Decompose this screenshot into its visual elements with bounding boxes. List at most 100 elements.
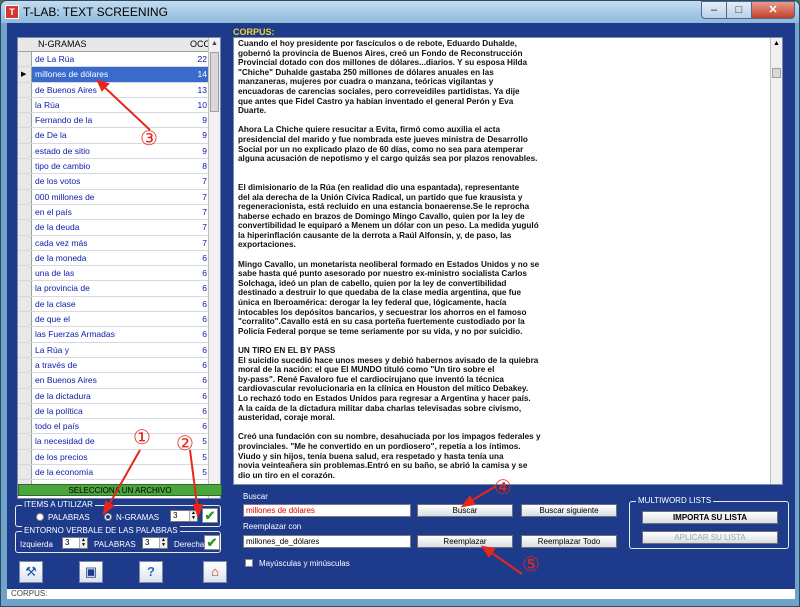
list-item[interactable]: de De la 9 [18, 128, 210, 144]
row-selector[interactable] [18, 388, 32, 403]
replace-button[interactable]: Reemplazar [417, 535, 513, 548]
row-selector[interactable] [18, 159, 32, 174]
list-item[interactable]: 000 millones de 7 [18, 189, 210, 205]
case-sensitive-checkbox[interactable] [245, 559, 253, 567]
list-item[interactable]: en Buenos Aires 6 [18, 373, 210, 389]
list-item[interactable]: una de las 6 [18, 266, 210, 282]
list-item[interactable]: cada vez más 7 [18, 235, 210, 251]
ngram-occ: 7 [202, 176, 207, 187]
ngram-term: de la dictadura [35, 390, 91, 401]
ngram-list[interactable]: N-GRAMAS OCC de La Rúa 22 millones de dóla… [17, 37, 221, 499]
row-selector[interactable] [18, 266, 32, 281]
find-button[interactable]: Buscar [417, 504, 513, 517]
list-item[interactable]: la provincia de 6 [18, 281, 210, 297]
list-item[interactable]: de la dictadura 6 [18, 388, 210, 404]
replace-all-button[interactable]: Reemplazar Todo [521, 535, 617, 548]
ngram-occ: 5 [202, 436, 207, 447]
list-item[interactable]: de La Rúa 22 [18, 52, 210, 68]
row-selector[interactable] [18, 434, 32, 449]
row-selector[interactable] [18, 220, 32, 235]
corpus-scrollbar[interactable]: ▲ [770, 38, 782, 484]
maximize-button[interactable]: □ [726, 1, 752, 19]
title-bar[interactable]: T T-LAB: TEXT SCREENING – □ ✕ [1, 1, 799, 23]
list-item[interactable]: de los votos 7 [18, 174, 210, 190]
row-selector[interactable] [18, 419, 32, 434]
row-selector[interactable] [18, 281, 32, 296]
radio-ngramas[interactable] [104, 513, 112, 521]
row-selector[interactable] [18, 235, 32, 250]
list-item[interactable]: La Rúa y 6 [18, 342, 210, 358]
list-item[interactable]: de Buenos Aires 13 [18, 82, 210, 98]
select-archive-button[interactable]: SELECCIONA UN ARCHIVO [18, 484, 222, 496]
save-icon[interactable]: ▣ [79, 561, 103, 583]
corpus-textbox[interactable]: Cuando el hoy presidente por fascículos … [233, 37, 783, 485]
row-selector[interactable] [18, 52, 32, 67]
row-selector[interactable] [18, 465, 32, 480]
list-item[interactable]: a través de 6 [18, 357, 210, 374]
help-icon[interactable]: ? [139, 561, 163, 583]
row-selector[interactable] [18, 373, 32, 388]
ngram-term: la Rúa [35, 99, 60, 110]
row-selector[interactable] [18, 296, 32, 312]
ngram-occ: 6 [202, 344, 207, 355]
list-item[interactable]: las Fuerzas Armadas 6 [18, 327, 210, 343]
row-selector[interactable] [18, 403, 32, 419]
list-item[interactable]: estado de sitio 9 [18, 143, 210, 160]
list-item[interactable]: de la política 6 [18, 403, 210, 420]
right-stepper[interactable]: 3 ▲ ▼ [142, 537, 168, 549]
scroll-up-icon[interactable]: ▲ [771, 38, 782, 50]
find-input[interactable]: millones de dólares [243, 504, 411, 517]
apply-items-check-icon[interactable]: ✔ [202, 508, 218, 523]
apply-context-check-icon[interactable]: ✔ [204, 535, 220, 550]
row-selector[interactable] [18, 357, 32, 373]
row-selector[interactable] [18, 128, 32, 143]
scroll-thumb[interactable] [210, 52, 219, 112]
row-selector[interactable] [18, 327, 32, 342]
ngram-size-stepper[interactable]: 3 ▲ ▼ [170, 510, 198, 522]
row-selector[interactable] [18, 67, 32, 82]
list-item[interactable]: de que el 6 [18, 312, 210, 328]
left-stepper[interactable]: 3 ▲ ▼ [62, 537, 88, 549]
home-icon[interactable]: ⌂ [203, 561, 227, 583]
column-header-occ[interactable]: OCC [190, 39, 210, 49]
annotation-3: ③ [140, 126, 158, 150]
close-button[interactable]: ✕ [751, 1, 795, 19]
find-next-button[interactable]: Buscar siguiente [521, 504, 617, 517]
list-scrollbar[interactable]: ▲ ▼ [208, 38, 220, 498]
row-selector[interactable] [18, 204, 32, 220]
row-selector[interactable] [18, 113, 32, 128]
column-header-ngrams[interactable]: N-GRAMAS [38, 39, 87, 49]
list-item[interactable]: la Rúa 10 [18, 97, 210, 114]
row-selector[interactable] [18, 250, 32, 266]
list-item[interactable]: de la clase 6 [18, 296, 210, 313]
apply-list-button[interactable]: APLICAR SU LISTA [642, 531, 778, 544]
scroll-up-icon[interactable]: ▲ [209, 38, 220, 50]
list-item[interactable]: Fernando de la 9 [18, 113, 210, 129]
stepper-arrows-icon[interactable]: ▲ ▼ [79, 538, 87, 548]
row-selector[interactable] [18, 449, 32, 465]
list-item[interactable]: en el país 7 [18, 204, 210, 221]
row-selector[interactable] [18, 82, 32, 97]
radio-palabras[interactable] [36, 513, 44, 521]
ngram-term: a través de [35, 359, 78, 370]
list-item[interactable]: tipo de cambio 8 [18, 159, 210, 175]
row-selector[interactable] [18, 143, 32, 159]
list-item[interactable]: de la deuda 7 [18, 220, 210, 236]
import-list-button[interactable]: IMPORTA SU LISTA [642, 511, 778, 524]
scroll-thumb[interactable] [772, 68, 781, 78]
ngram-occ: 9 [202, 130, 207, 141]
row-selector[interactable] [18, 97, 32, 113]
stepper-arrows-icon[interactable]: ▲ ▼ [189, 511, 197, 521]
list-item[interactable]: de la economía 5 [18, 465, 210, 481]
row-selector[interactable] [18, 312, 32, 327]
tools-icon[interactable]: ⚒ [19, 561, 43, 583]
minimize-button[interactable]: – [701, 1, 727, 19]
row-selector[interactable] [18, 189, 32, 204]
replace-input[interactable]: millones_de_dólares [243, 535, 411, 548]
stepper-arrows-icon[interactable]: ▲ ▼ [159, 538, 167, 548]
row-selector[interactable] [18, 342, 32, 357]
list-item[interactable]: de la moneda 6 [18, 250, 210, 267]
row-selector[interactable] [18, 174, 32, 189]
ngram-term: La Rúa y [35, 344, 70, 355]
list-item[interactable]: millones de dólares 14 [18, 67, 210, 83]
